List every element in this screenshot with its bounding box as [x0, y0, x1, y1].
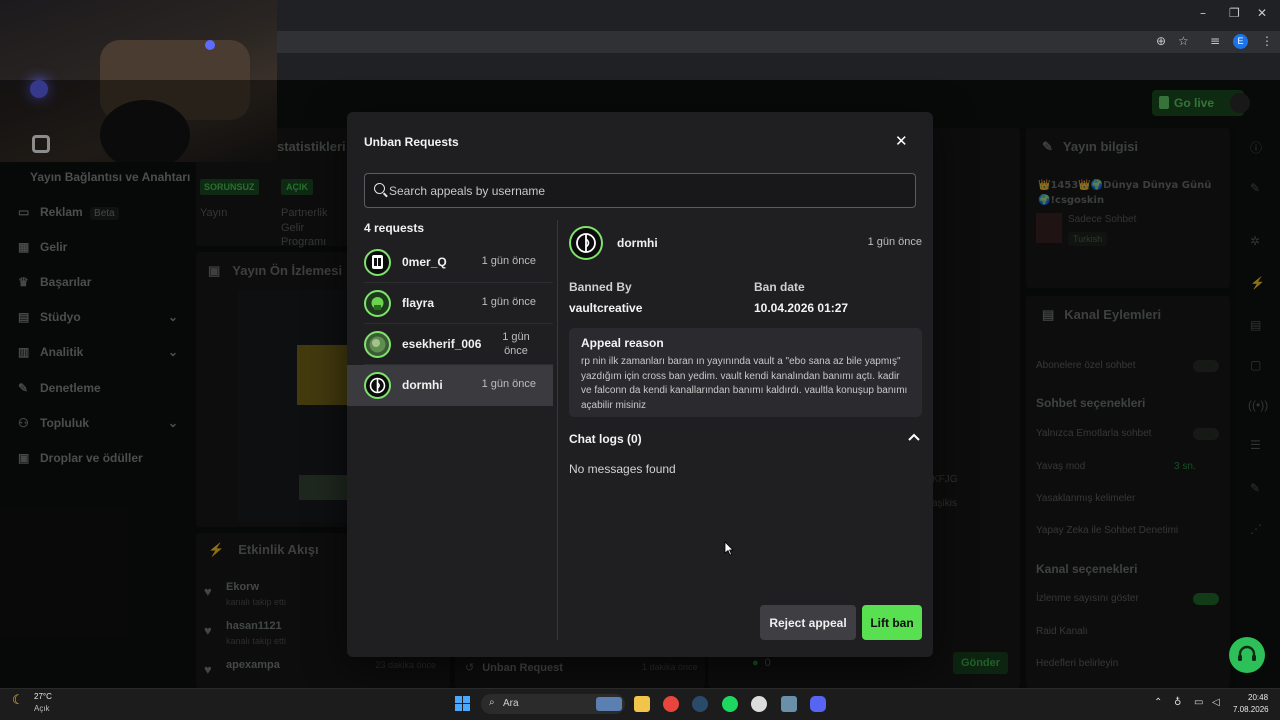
request-count: 4 requests [364, 221, 425, 235]
chrome-icon[interactable] [663, 696, 679, 712]
request-username: esekherif_006 [402, 337, 482, 351]
weather-desc: Açık [34, 704, 50, 713]
banned-by-label: Banned By [569, 280, 632, 294]
modal-title: Unban Requests [364, 135, 459, 149]
ban-date-value: 10.04.2026 01:27 [754, 301, 849, 315]
unban-requests-modal: Unban Requests ✕ 4 requests 0mer_Q 1 gün… [347, 112, 933, 657]
appeal-reason-box: Appeal reason rp nin ilk zamanları baran… [569, 328, 922, 417]
search-icon [374, 183, 385, 194]
request-item-dormhi[interactable]: dormhi 1 gün önce [347, 365, 553, 406]
avatar [364, 290, 391, 317]
appeal-username: dormhi [617, 236, 658, 250]
no-messages-text: No messages found [569, 462, 676, 476]
avatar [364, 249, 391, 276]
request-time: 1 gün önce [502, 331, 530, 357]
close-window-button[interactable]: ✕ [1257, 6, 1267, 20]
clock-time: 20:48 [1248, 693, 1269, 702]
appeal-reason-label: Appeal reason [581, 336, 664, 350]
support-chat-button[interactable] [1229, 637, 1265, 673]
request-username: 0mer_Q [402, 255, 447, 269]
microphone-icon[interactable]: ♁ [1174, 697, 1181, 708]
appeal-time: 1 gün önce [867, 236, 922, 248]
lift-ban-button[interactable]: Lift ban [862, 605, 922, 640]
chevron-up-icon[interactable] [907, 430, 921, 444]
request-username: flayra [402, 296, 435, 310]
taskbar-search-label: Ara [503, 698, 519, 709]
address-bar[interactable] [165, 31, 1280, 53]
tray-chevron-icon[interactable]: ⌃ [1154, 697, 1162, 708]
search-highlight-image [596, 697, 622, 711]
obs-icon[interactable] [751, 696, 767, 712]
request-username: dormhi [402, 378, 443, 392]
weather-temp: 27°C [34, 692, 52, 701]
reject-appeal-button[interactable]: Reject appeal [760, 605, 856, 640]
webcam-light [205, 40, 215, 50]
chat-logs-toggle[interactable]: Chat logs (0) [569, 432, 642, 446]
avatar [364, 331, 391, 358]
search-icon: ⌕ [489, 697, 495, 708]
media-control-icon[interactable]: ≡ [1210, 34, 1220, 48]
request-item-flayra[interactable]: flayra 1 gün önce [347, 283, 553, 324]
avatar [364, 372, 391, 399]
menu-kebab-icon[interactable]: ⋮ [1261, 34, 1273, 48]
steam-icon[interactable] [692, 696, 708, 712]
request-item-esekherif-006[interactable]: esekherif_006 1 gün önce [347, 324, 553, 365]
headset-icon [1238, 645, 1256, 661]
banned-by-value: vaultcreative [569, 301, 643, 315]
volume-icon[interactable]: ◁ [1212, 697, 1220, 708]
discord-icon[interactable] [810, 696, 826, 712]
search-box[interactable] [364, 173, 916, 208]
weather-icon[interactable]: ☾ [12, 693, 24, 708]
zoom-icon[interactable]: ⊕ [1156, 34, 1166, 48]
avatar [569, 226, 603, 260]
request-item-0mer-q[interactable]: 0mer_Q 1 gün önce [347, 242, 553, 283]
request-time: 1 gün önce [481, 378, 536, 390]
spotify-icon[interactable] [722, 696, 738, 712]
search-input[interactable] [389, 180, 909, 202]
column-divider [557, 220, 558, 640]
bookmark-star-icon[interactable]: ☆ [1178, 34, 1189, 48]
maximize-button[interactable]: ❐ [1229, 6, 1240, 20]
request-time: 1 gün önce [481, 296, 536, 308]
close-icon[interactable]: ✕ [895, 132, 908, 150]
network-icon[interactable]: ▭ [1194, 697, 1203, 708]
profile-avatar[interactable]: E [1233, 34, 1248, 49]
appeal-reason-text: rp nin ilk zamanları baran ın yayınında … [581, 356, 908, 411]
clock-date: 7.08.2026 [1233, 705, 1269, 714]
mouse-cursor-icon [724, 541, 734, 556]
ban-date-label: Ban date [754, 280, 805, 294]
request-time: 1 gün önce [481, 255, 536, 267]
windows-start-icon[interactable] [455, 696, 471, 712]
minimize-button[interactable]: – [1200, 6, 1206, 20]
file-explorer-icon[interactable] [634, 696, 650, 712]
app-icon[interactable] [781, 696, 797, 712]
